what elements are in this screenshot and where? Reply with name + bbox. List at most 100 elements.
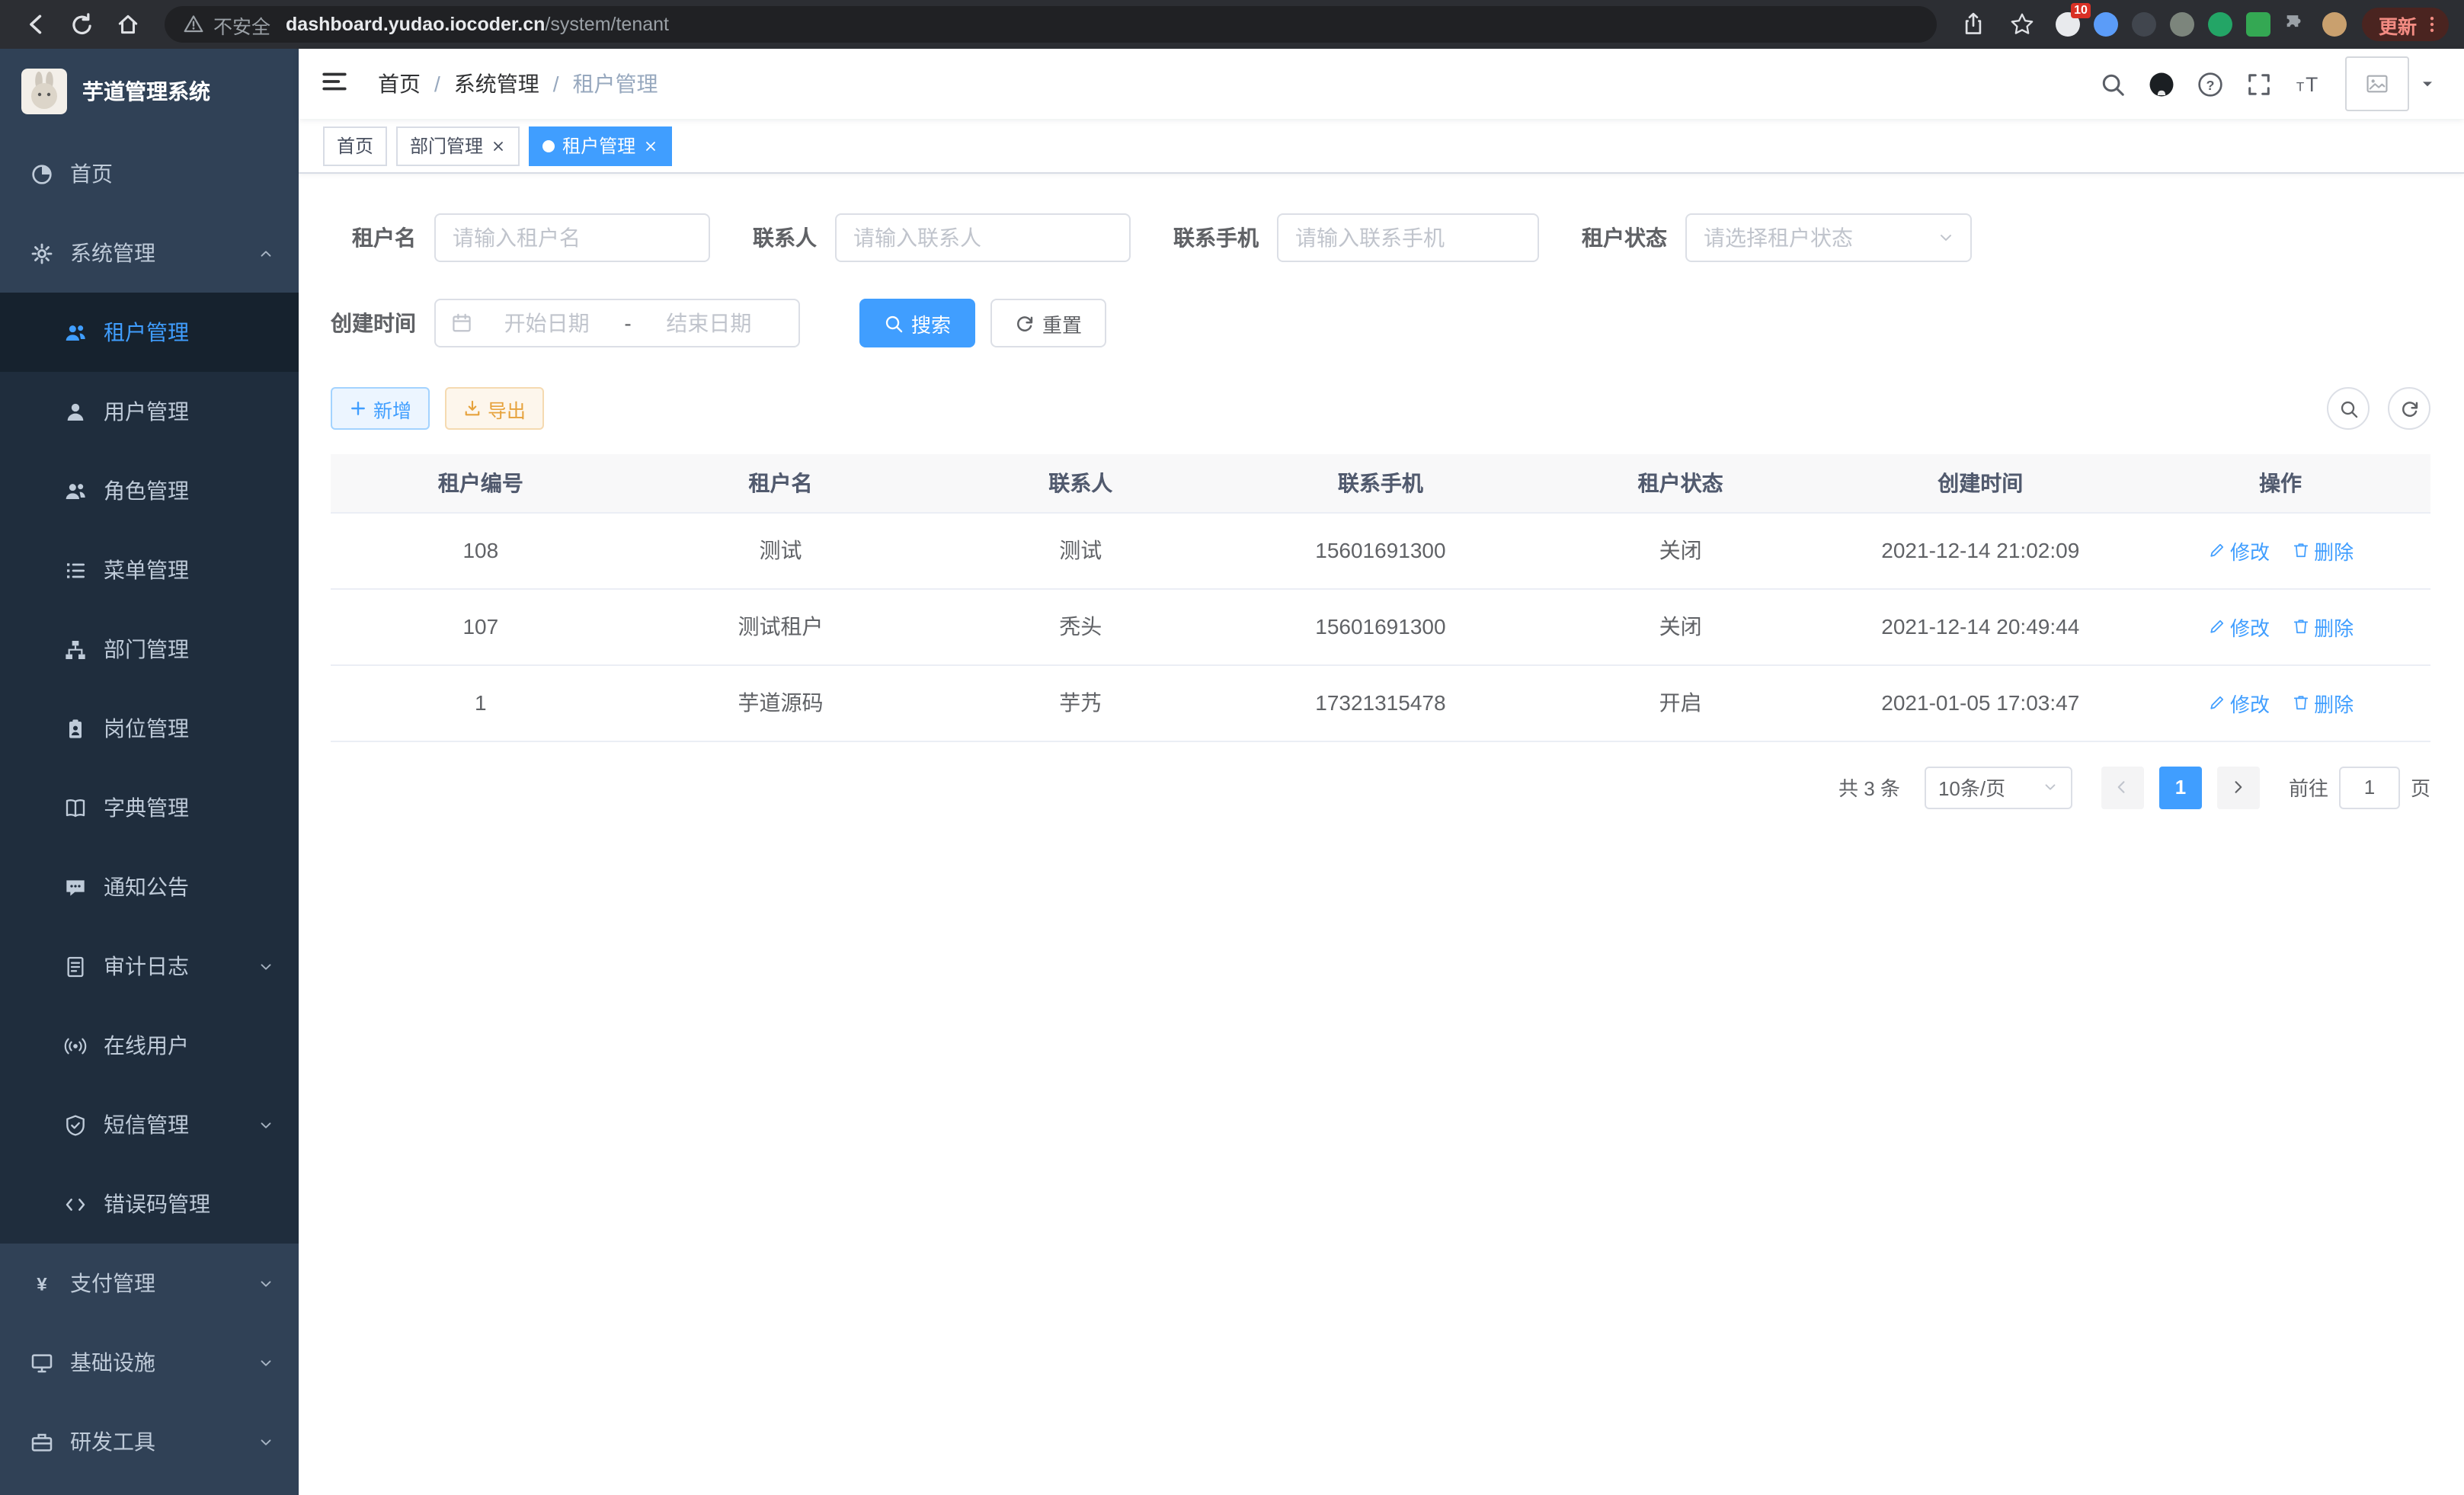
sidebar-item-online-user[interactable]: 在线用户: [0, 1006, 299, 1085]
page-size-select[interactable]: 10条/页: [1925, 766, 2072, 808]
filter-tenant-name: 租户名: [352, 213, 710, 262]
tag-home[interactable]: 首页: [323, 126, 387, 165]
chevron-down-icon: [258, 1433, 274, 1450]
sidebar-item-audit-log[interactable]: 审计日志: [0, 927, 299, 1006]
sidebar-item-error-code[interactable]: 错误码管理: [0, 1164, 299, 1244]
browser-back-button[interactable]: [15, 6, 58, 43]
sidebar-item-role[interactable]: 角色管理: [0, 451, 299, 530]
chevron-down-icon: [1937, 229, 1955, 247]
trash-icon: [2291, 693, 2309, 712]
tenant-name-input[interactable]: [434, 213, 710, 262]
mobile-input[interactable]: [1277, 213, 1539, 262]
delete-link[interactable]: 删除: [2291, 536, 2354, 565]
extension-2-icon[interactable]: [2094, 12, 2118, 37]
sidebar-item-post[interactable]: 岗位管理: [0, 689, 299, 768]
toggle-search-button[interactable]: [2327, 387, 2370, 430]
sidebar-item-dict[interactable]: 字典管理: [0, 768, 299, 847]
bookmark-button[interactable]: [2001, 6, 2043, 43]
sidebar-item-tenant[interactable]: 租户管理: [0, 293, 299, 372]
main-panel: 首页/系统管理/租户管理 ?TT 首页部门管理租户管理 租户名 联系人: [299, 49, 2464, 1495]
filter-form-row-2: 创建时间 开始日期 - 结束日期 搜索 重置: [331, 299, 2430, 347]
extension-6-icon[interactable]: [2246, 12, 2270, 37]
share-button[interactable]: [1952, 6, 1995, 43]
close-icon[interactable]: [491, 138, 506, 153]
sidebar-item-sms[interactable]: 短信管理: [0, 1085, 299, 1164]
sidebar-toggle-button[interactable]: [320, 67, 354, 101]
goto-page-input[interactable]: [2339, 766, 2400, 808]
edit-link[interactable]: 修改: [2207, 612, 2270, 641]
create-time-range-picker[interactable]: 开始日期 - 结束日期: [434, 299, 800, 347]
tag-tenant[interactable]: 租户管理: [529, 126, 672, 165]
breadcrumb-item-system[interactable]: 系统管理: [454, 69, 539, 99]
plus-icon: [349, 399, 367, 418]
close-icon: [491, 138, 506, 153]
help-button[interactable]: ?: [2197, 71, 2223, 97]
sidebar-item-pay[interactable]: ¥支付管理: [0, 1244, 299, 1323]
search-button[interactable]: 搜索: [859, 299, 975, 347]
sidebar-item-menu[interactable]: 菜单管理: [0, 530, 299, 610]
delete-link[interactable]: 删除: [2291, 612, 2354, 641]
status-select[interactable]: 请选择租户状态: [1685, 213, 1972, 262]
sidebar-item-label: 审计日志: [104, 951, 189, 981]
avatar[interactable]: [2345, 56, 2409, 111]
edit-link[interactable]: 修改: [2207, 536, 2270, 565]
filter-create-time: 创建时间 开始日期 - 结束日期: [331, 299, 800, 347]
prev-page-button[interactable]: [2101, 766, 2144, 808]
update-button-label: 更新: [2379, 10, 2417, 39]
trash-icon: [2291, 617, 2309, 635]
sidebar-item-user[interactable]: 用户管理: [0, 372, 299, 451]
cell-name: 测试: [631, 512, 931, 588]
extensions-menu-icon[interactable]: [2284, 12, 2309, 37]
export-button[interactable]: 导出: [445, 387, 544, 430]
extension-1-icon[interactable]: 10: [2056, 12, 2080, 37]
github-button[interactable]: [2149, 71, 2174, 97]
add-button[interactable]: 新增: [331, 387, 430, 430]
extension-4-icon[interactable]: [2170, 12, 2194, 37]
browser-action-icons: [1952, 6, 2043, 43]
contact-input[interactable]: [835, 213, 1131, 262]
close-icon: [643, 138, 658, 153]
caret-down-icon[interactable]: [2418, 75, 2437, 93]
column-header: 联系手机: [1230, 454, 1531, 512]
next-page-button[interactable]: [2217, 766, 2260, 808]
chevron-down-icon: [2042, 779, 2059, 796]
delete-link[interactable]: 删除: [2291, 688, 2354, 717]
sidebar-item-system[interactable]: 系统管理: [0, 213, 299, 293]
tag-label: 租户管理: [562, 133, 635, 158]
breadcrumb-item-home[interactable]: 首页: [378, 69, 421, 99]
search-button[interactable]: [2100, 71, 2126, 97]
status-select-placeholder: 请选择租户状态: [1704, 222, 1853, 253]
browser-menu-dots-icon[interactable]: [2421, 14, 2443, 35]
font-size-button[interactable]: TT: [2295, 71, 2321, 97]
browser-home-button[interactable]: [107, 6, 149, 43]
book-icon: [64, 796, 87, 819]
edit-link[interactable]: 修改: [2207, 688, 2270, 717]
sidebar-item-dept[interactable]: 部门管理: [0, 610, 299, 689]
breadcrumb-item-tenant: 租户管理: [573, 69, 658, 99]
sidebar-item-notice[interactable]: 通知公告: [0, 847, 299, 927]
sidebar-item-dev-tool[interactable]: 研发工具: [0, 1402, 299, 1481]
search-icon: [884, 313, 904, 333]
plus-icon: [349, 399, 367, 418]
update-button[interactable]: 更新: [2362, 8, 2449, 41]
current-page-button[interactable]: 1: [2159, 766, 2202, 808]
back-icon: [24, 12, 49, 37]
reset-button[interactable]: 重置: [990, 299, 1106, 347]
browser-reload-button[interactable]: [61, 6, 104, 43]
address-bar[interactable]: 不安全 dashboard.yudao.iocoder.cn/system/te…: [165, 6, 1937, 43]
sidebar-item-label: 基础设施: [70, 1347, 155, 1378]
refresh-table-button[interactable]: [2388, 387, 2430, 430]
fullscreen-button[interactable]: [2246, 71, 2272, 97]
warning-icon: [183, 14, 204, 35]
extension-5-icon[interactable]: [2208, 12, 2232, 37]
sidebar-item-label: 部门管理: [104, 634, 189, 664]
svg-text:?: ?: [2206, 77, 2215, 92]
sidebar-item-infra[interactable]: 基础设施: [0, 1323, 299, 1402]
tag-dept[interactable]: 部门管理: [396, 126, 520, 165]
edit-icon: [2207, 541, 2226, 559]
chevron-down-icon: [258, 958, 274, 975]
close-icon[interactable]: [643, 138, 658, 153]
profile-icon[interactable]: [2322, 12, 2347, 37]
sidebar-item-home[interactable]: 首页: [0, 134, 299, 213]
extension-3-icon[interactable]: [2132, 12, 2156, 37]
